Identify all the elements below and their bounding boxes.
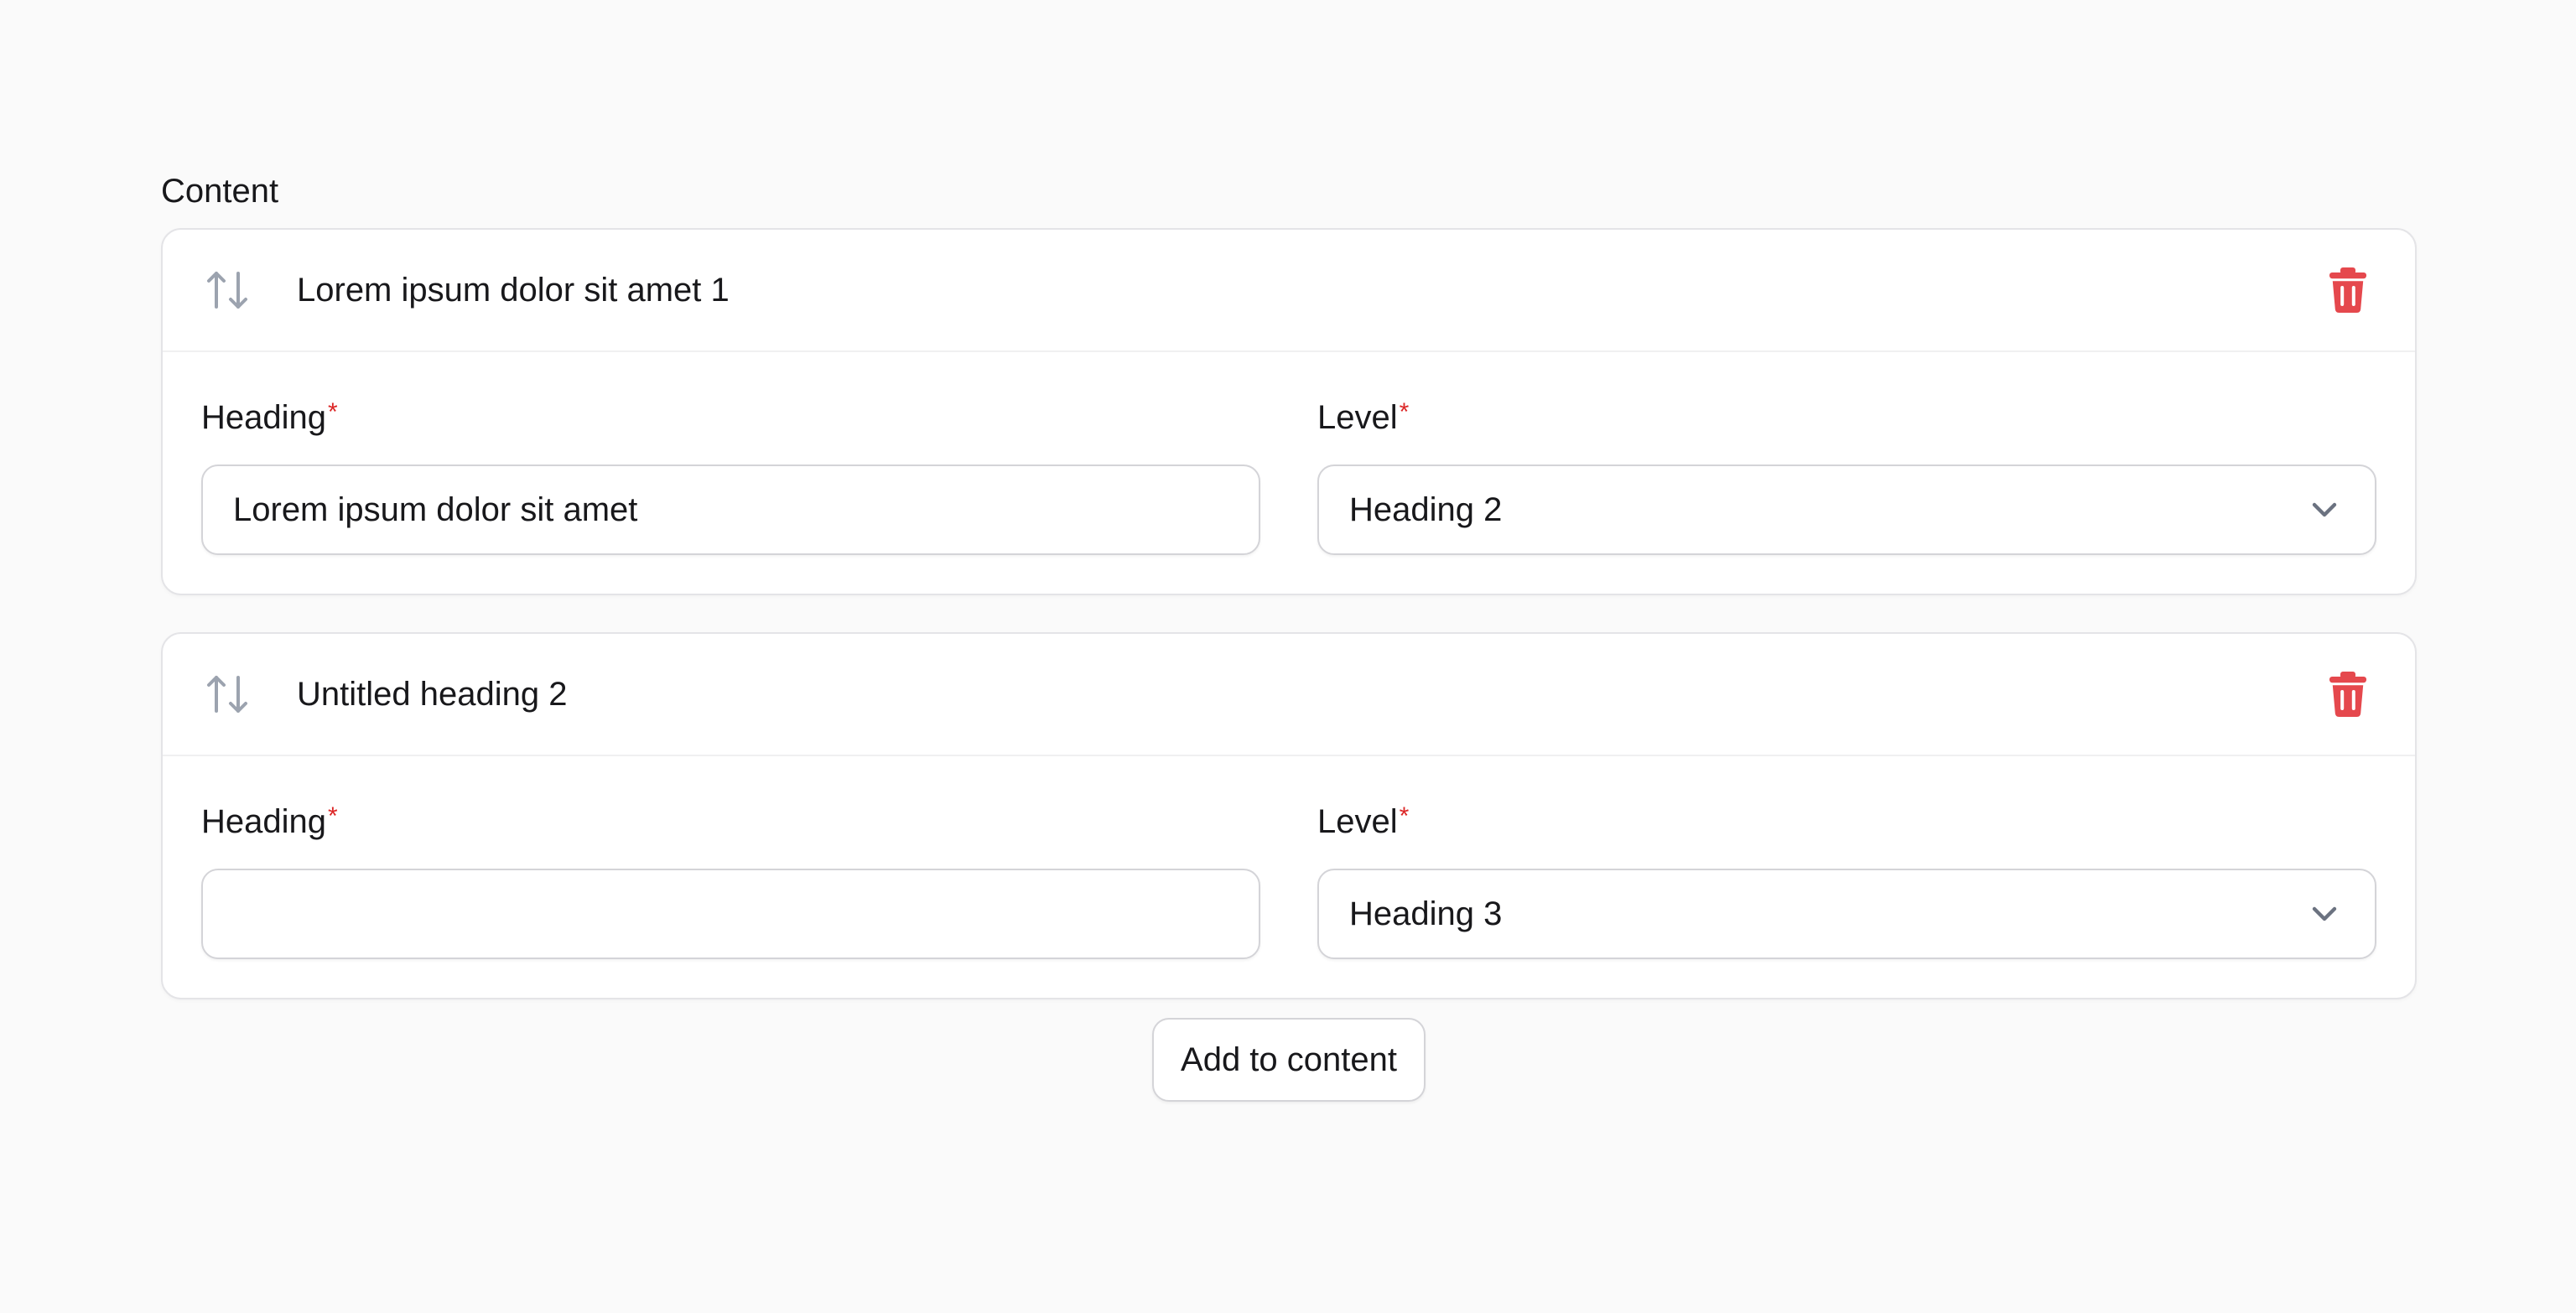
heading-input[interactable]: Lorem ipsum dolor sit amet xyxy=(201,464,1260,555)
level-label-text: Level xyxy=(1317,399,1398,436)
level-select-value: Heading 2 xyxy=(1349,490,1503,528)
item-body: Heading* Lorem ipsum dolor sit amet Leve… xyxy=(163,352,2415,594)
add-row: Add to content xyxy=(161,1018,2417,1102)
builder-item: Untitled heading 2 Heading* Level* Headi… xyxy=(161,632,2417,999)
item-body: Heading* Level* Heading 3 xyxy=(163,756,2415,998)
required-marker: * xyxy=(328,398,338,426)
chevron-down-icon xyxy=(2311,496,2338,523)
section-label: Content xyxy=(161,173,279,210)
level-select[interactable]: Heading 3 xyxy=(1317,869,2376,959)
chevron-down-icon xyxy=(2311,900,2338,927)
arrows-up-down-icon[interactable] xyxy=(203,265,253,315)
heading-label-text: Heading xyxy=(201,399,327,436)
item-title: Lorem ipsum dolor sit amet 1 xyxy=(297,271,730,309)
level-select[interactable]: Heading 2 xyxy=(1317,464,2376,555)
level-field: Level* Heading 2 xyxy=(1317,397,2376,555)
arrows-up-down-icon[interactable] xyxy=(203,669,253,719)
level-label: Level* xyxy=(1317,802,2376,842)
heading-field: Heading* Lorem ipsum dolor sit amet xyxy=(201,397,1260,555)
trash-icon[interactable] xyxy=(2324,263,2371,317)
item-header[interactable]: Lorem ipsum dolor sit amet 1 xyxy=(163,230,2415,352)
level-select-value: Heading 3 xyxy=(1349,895,1503,932)
add-to-content-button[interactable]: Add to content xyxy=(1152,1018,1426,1102)
required-marker: * xyxy=(1399,802,1410,830)
item-header[interactable]: Untitled heading 2 xyxy=(163,634,2415,756)
level-field: Level* Heading 3 xyxy=(1317,802,2376,959)
level-label-text: Level xyxy=(1317,803,1398,840)
builder-field: Content Lorem ipsum dolor sit amet 1 Hea… xyxy=(161,168,2417,1102)
heading-label-text: Heading xyxy=(201,803,327,840)
required-marker: * xyxy=(328,802,338,830)
item-title: Untitled heading 2 xyxy=(297,675,568,713)
heading-field: Heading* xyxy=(201,802,1260,959)
required-marker: * xyxy=(1399,398,1410,426)
level-label: Level* xyxy=(1317,397,2376,438)
heading-label: Heading* xyxy=(201,397,1260,438)
heading-input[interactable] xyxy=(201,869,1260,959)
heading-label: Heading* xyxy=(201,802,1260,842)
builder-item: Lorem ipsum dolor sit amet 1 Heading* Lo… xyxy=(161,228,2417,595)
trash-icon[interactable] xyxy=(2324,667,2371,721)
